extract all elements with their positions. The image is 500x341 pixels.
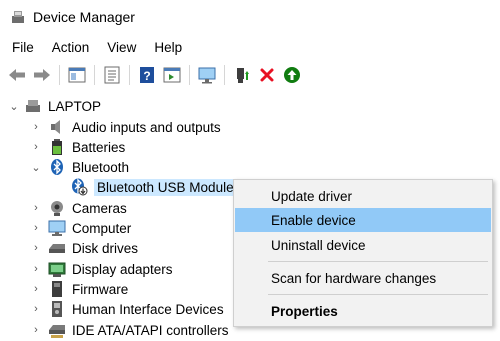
chevron-right-icon[interactable]: › [30, 320, 42, 340]
battery-icon [52, 139, 62, 155]
chevron-right-icon[interactable]: › [30, 279, 42, 299]
tree-item-label: Bluetooth USB Module [94, 178, 237, 196]
forward-button[interactable] [31, 64, 53, 86]
menu-view[interactable]: View [107, 40, 136, 55]
computer-icon [48, 220, 66, 236]
menu-item-update-driver[interactable]: Update driver [235, 184, 491, 208]
bluetooth-disabled-icon [72, 178, 88, 196]
enable-device-icon [284, 67, 300, 83]
chevron-right-icon[interactable]: › [30, 259, 42, 279]
scan-hardware-icon [198, 67, 216, 84]
tree-item-label: Human Interface Devices [72, 301, 224, 317]
toolbar-separator [224, 65, 225, 85]
speaker-icon [51, 120, 60, 134]
menu-item-enable-device[interactable]: Enable device [235, 208, 491, 232]
properties-sheet-icon [104, 66, 120, 84]
tree-item-label: Firmware [72, 281, 129, 297]
tree-item-hid[interactable]: › Human Interface Devices [30, 299, 224, 319]
context-menu: Update driver Enable device Uninstall de… [233, 179, 493, 327]
chevron-right-icon[interactable]: › [30, 238, 42, 258]
ide-controller-icon [49, 325, 65, 338]
chevron-right-icon[interactable]: › [30, 198, 42, 218]
enable-device-button[interactable] [281, 64, 303, 86]
tree-item-ide[interactable]: › IDE ATA/ATAPI controllers [30, 320, 229, 340]
hid-icon [52, 301, 62, 317]
tree-item-label: Cameras [72, 200, 127, 216]
computer-root-icon [26, 100, 40, 112]
camera-icon [51, 201, 63, 216]
uninstall-x-icon [260, 68, 274, 82]
menu-item-scan-hardware[interactable]: Scan for hardware changes [235, 266, 491, 290]
chevron-down-icon[interactable]: ⌄ [30, 157, 42, 177]
device-manager-icon [12, 10, 24, 23]
tree-item-label: Computer [72, 220, 132, 236]
menu-help[interactable]: Help [154, 40, 182, 55]
properties-button[interactable] [101, 64, 123, 86]
tree-root-label: LAPTOP [48, 98, 102, 114]
menu-separator [268, 261, 488, 262]
back-arrow-icon [9, 69, 25, 81]
bluetooth-icon [51, 159, 63, 175]
svg-text:?: ? [143, 69, 150, 83]
show-hide-tree-icon [68, 67, 86, 83]
tree-item-label: Audio inputs and outputs [72, 119, 221, 135]
firmware-icon [52, 281, 62, 297]
update-driver-button[interactable] [231, 64, 253, 86]
tree-item-batteries[interactable]: › Batteries [30, 137, 125, 157]
chevron-right-icon[interactable]: › [30, 117, 42, 137]
back-button[interactable] [6, 64, 28, 86]
action-pane-icon [163, 67, 181, 83]
toolbar-separator [59, 65, 60, 85]
toolbar: ? [0, 62, 500, 88]
menu-item-uninstall-device[interactable]: Uninstall device [235, 233, 491, 257]
window-title: Device Manager [33, 8, 135, 25]
menu-action[interactable]: Action [52, 40, 90, 55]
tree-root-laptop[interactable]: ⌄ LAPTOP [8, 96, 101, 116]
title-bar: Device Manager [0, 0, 500, 33]
tree-item-bluetooth-usb-module[interactable]: Bluetooth USB Module [70, 177, 237, 197]
tree-item-label: Disk drives [72, 240, 139, 256]
toolbar-separator [94, 65, 95, 85]
tree-item-display-adapters[interactable]: › Display adapters [30, 259, 173, 279]
chevron-right-icon[interactable]: › [30, 299, 42, 319]
chevron-down-icon[interactable]: ⌄ [8, 96, 20, 116]
help-button[interactable]: ? [136, 64, 158, 86]
uninstall-button[interactable] [256, 64, 278, 86]
tree-item-bluetooth[interactable]: ⌄ Bluetooth [30, 157, 129, 177]
display-adapter-icon [48, 262, 66, 277]
scan-hardware-button[interactable] [196, 64, 218, 86]
tree-item-label: Bluetooth [72, 159, 130, 175]
update-driver-icon [237, 68, 249, 83]
tree-item-computer[interactable]: › Computer [30, 218, 131, 238]
menu-file[interactable]: File [12, 40, 34, 55]
tree-item-cameras[interactable]: › Cameras [30, 198, 127, 218]
tree-item-label: IDE ATA/ATAPI controllers [72, 322, 229, 338]
chevron-right-icon[interactable]: › [30, 218, 42, 238]
disk-drive-icon [49, 244, 65, 253]
chevron-right-icon[interactable]: › [30, 137, 42, 157]
menu-bar: File Action View Help [0, 36, 200, 58]
menu-separator [268, 294, 488, 295]
tree-item-label: Display adapters [72, 261, 173, 277]
menu-item-properties[interactable]: Properties [235, 299, 491, 323]
tree-item-audio[interactable]: › Audio inputs and outputs [30, 117, 221, 137]
help-icon: ? [140, 67, 154, 83]
toolbar-separator [189, 65, 190, 85]
tree-item-disk-drives[interactable]: › Disk drives [30, 238, 138, 258]
action-pane-button[interactable] [161, 64, 183, 86]
tree-item-label: Batteries [72, 139, 126, 155]
show-hide-tree-button[interactable] [66, 64, 88, 86]
tree-item-firmware[interactable]: › Firmware [30, 279, 128, 299]
forward-arrow-icon [34, 69, 50, 81]
toolbar-separator [129, 65, 130, 85]
